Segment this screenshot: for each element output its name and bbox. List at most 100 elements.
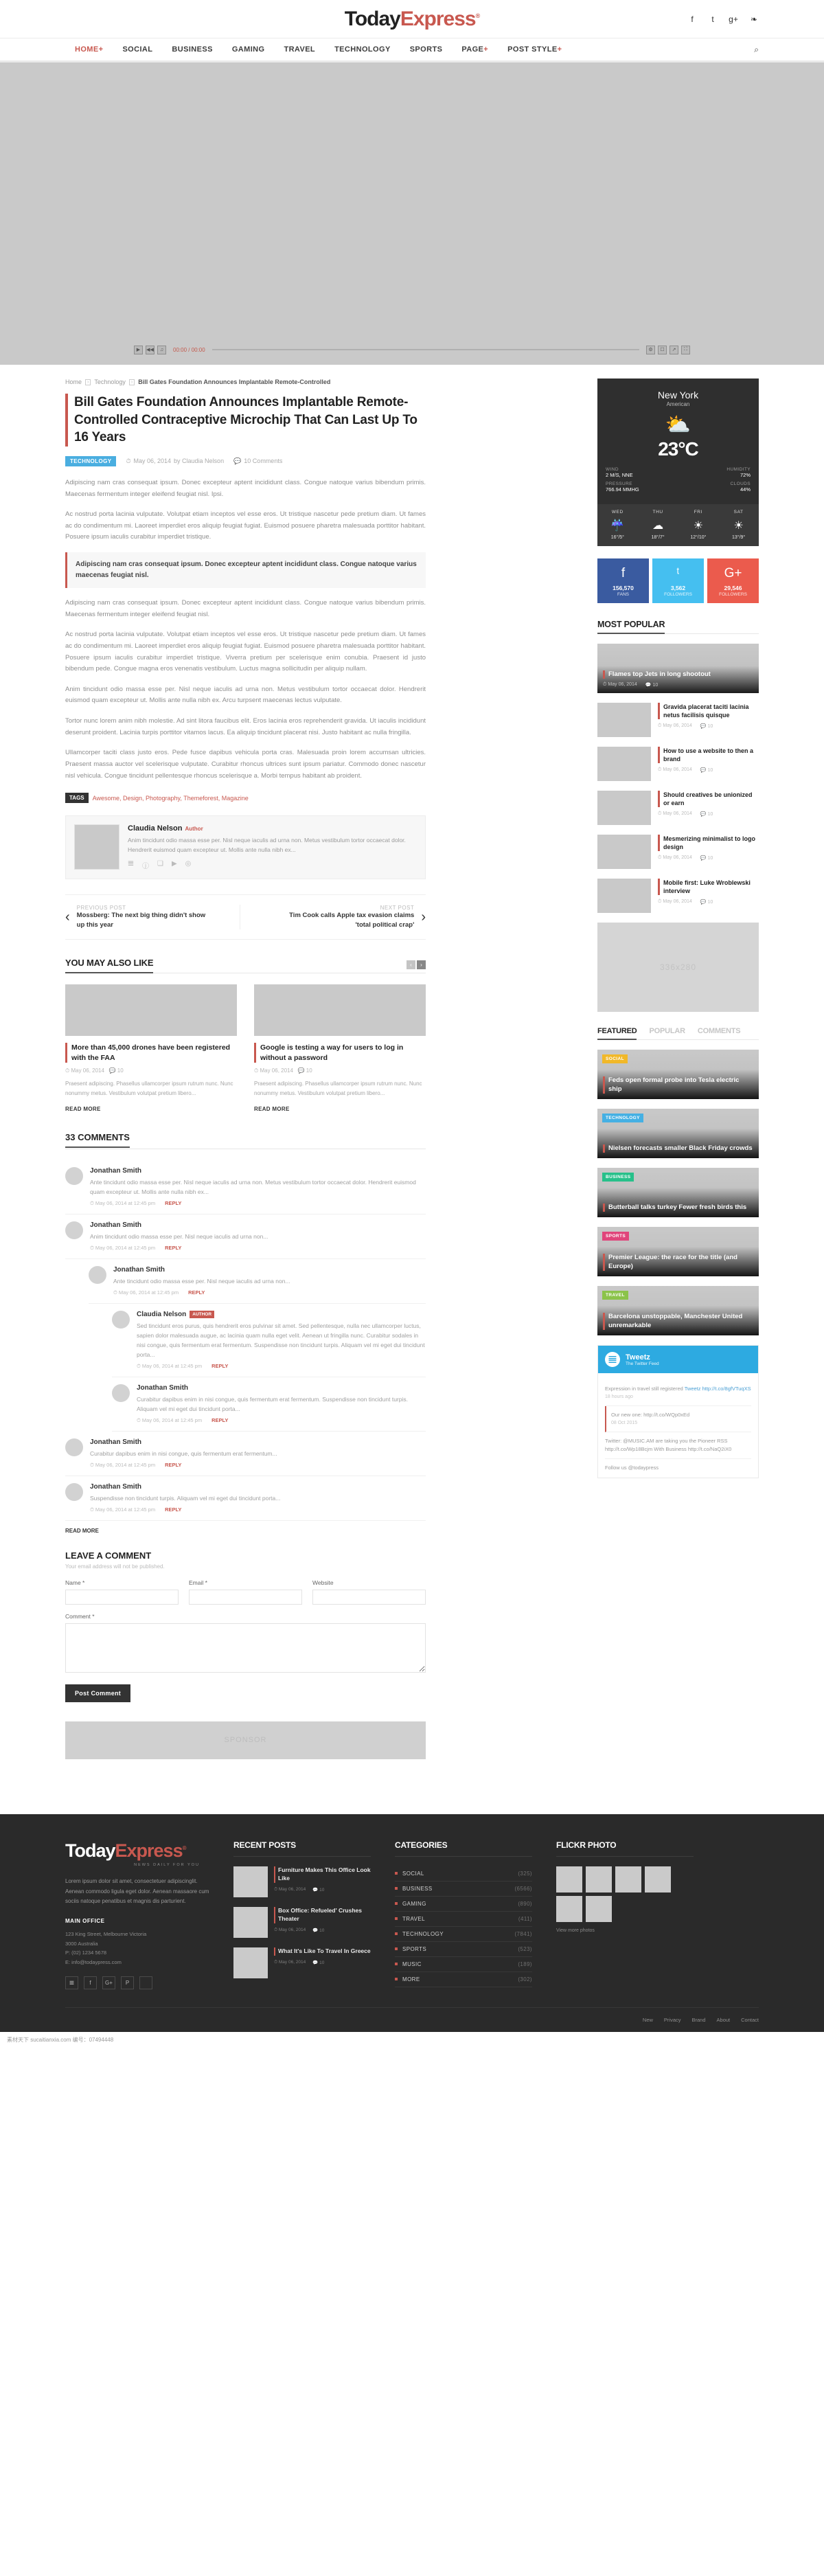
comment-textarea[interactable] (65, 1623, 426, 1673)
play-icon[interactable]: ▶ (134, 346, 143, 354)
footer-link-new[interactable]: New (643, 2017, 653, 2023)
flickr-more-link[interactable]: View more photos (556, 1928, 694, 1933)
googleplus-icon[interactable]: g+ (729, 14, 738, 24)
footer-link-about[interactable]: About (717, 2017, 731, 2023)
nav-item-technology[interactable]: TECHNOLOGY (325, 38, 400, 60)
category-badge[interactable]: TRAVEL (602, 1291, 628, 1300)
featured-card[interactable]: SPORTS Premier League: the race for the t… (597, 1227, 759, 1276)
tab-featured[interactable]: FEATURED (597, 1027, 637, 1040)
hero-slider[interactable]: ▶ ◀◀ ♫ 00:00 / 00:00 ⚙ ☐ ↗ ⛶ (0, 63, 824, 365)
footer-category-travel[interactable]: TRAVEL (411) (395, 1912, 532, 1927)
prev-icon[interactable]: ◀◀ (146, 346, 154, 354)
twitter-icon[interactable]: 𝌆 (65, 1976, 78, 1989)
nav-item-page[interactable]: PAGE+ (452, 38, 498, 60)
facebook-icon[interactable]: f (84, 1976, 97, 1989)
googleplus-icon[interactable]: G+ (102, 1976, 115, 1989)
fullscreen-icon[interactable]: ⛶ (681, 346, 690, 354)
breadcrumb-category[interactable]: Technology (94, 379, 126, 385)
flickr-thumbnail[interactable] (586, 1866, 612, 1893)
youtube-icon[interactable]: ▶ (172, 860, 177, 870)
social-counter-twitter[interactable]: ᵗ 3,562 FOLLOWERS (652, 558, 704, 603)
comment-reply-link[interactable]: REPLY (165, 1245, 181, 1251)
social-counter-googleplus[interactable]: G+ 29,546 FOLLOWERS (707, 558, 759, 603)
tweet-link[interactable]: Tweetz http://t.co/8gfVTuqXS (685, 1386, 751, 1392)
flickr-thumbnail[interactable] (615, 1866, 641, 1893)
read-more-link[interactable]: READ MORE (65, 1106, 101, 1112)
category-badge[interactable]: SPORTS (602, 1232, 629, 1241)
share-icon[interactable]: ↗ (670, 346, 678, 354)
flickr-thumbnail[interactable] (556, 1896, 582, 1922)
previous-post-link[interactable]: ‹ PREVIOUS POST Mossberg: The next big t… (65, 905, 240, 929)
nav-item-social[interactable]: SOCIAL (113, 38, 162, 60)
footer-link-contact[interactable]: Contact (741, 2017, 759, 2023)
tags-list[interactable]: Awesome, Design, Photography, Themefores… (93, 795, 249, 802)
nav-item-home[interactable]: HOME+ (65, 38, 113, 60)
carousel-prev-icon[interactable]: ‹ (407, 960, 415, 969)
next-post-link[interactable]: NEXT POST Tim Cook calls Apple tax evasi… (240, 905, 426, 929)
nav-item-travel[interactable]: TRAVEL (274, 38, 325, 60)
featured-card[interactable]: BUSINESS Butterball talks turkey Fewer fr… (597, 1168, 759, 1217)
sidebar-ad[interactable]: 336x280 (597, 923, 759, 1012)
footer-category-business[interactable]: BUSINESS (6566) (395, 1882, 532, 1897)
comment-reply-link[interactable]: REPLY (211, 1363, 228, 1369)
comment-reply-link[interactable]: REPLY (165, 1462, 181, 1468)
footer-recent-post[interactable]: Box Office: Refueled' Crushes Theater ⏱ M… (233, 1907, 371, 1938)
nav-item-gaming[interactable]: GAMING (222, 38, 275, 60)
footer-category-sports[interactable]: SPORTS (523) (395, 1942, 532, 1957)
related-post-card[interactable]: Google is testing a way for users to log… (254, 984, 426, 1113)
carousel-next-icon[interactable]: › (417, 960, 426, 969)
nav-item-post-style[interactable]: POST STYLE+ (498, 38, 571, 60)
category-badge[interactable]: BUSINESS (602, 1173, 634, 1182)
footer-category-more[interactable]: MORE (302) (395, 1972, 532, 1987)
category-badge[interactable]: TECHNOLOGY (65, 456, 116, 466)
category-badge[interactable]: SOCIAL (602, 1054, 628, 1063)
nav-item-business[interactable]: BUSINESS (162, 38, 222, 60)
settings-icon[interactable]: ⚙ (646, 346, 655, 354)
footer-recent-post[interactable]: Furniture Makes This Office Look Like ⏱ M… (233, 1866, 371, 1897)
category-badge[interactable]: TECHNOLOGY (602, 1114, 643, 1122)
comments-read-more[interactable]: READ MORE (65, 1528, 99, 1534)
featured-card[interactable]: TECHNOLOGY Nielsen forecasts smaller Blac… (597, 1109, 759, 1158)
related-post-card[interactable]: More than 45,000 drones have been regist… (65, 984, 237, 1113)
twitter-icon[interactable]: t (708, 14, 718, 24)
rss-icon[interactable]: ❧ (749, 14, 759, 24)
email-input[interactable] (189, 1590, 302, 1605)
facebook-icon[interactable]: f (687, 14, 697, 24)
popular-post-item[interactable]: How to use a website to then a brand ⏱ Ma… (597, 747, 759, 781)
hero-progress-bar[interactable] (212, 349, 639, 350)
captions-icon[interactable]: ☐ (658, 346, 667, 354)
footer-logo[interactable]: TodayExpress® (65, 1840, 209, 1862)
twitter-footer[interactable]: Follow us @todaypress (605, 1459, 751, 1471)
read-more-link[interactable]: READ MORE (254, 1106, 290, 1112)
popular-post-item[interactable]: Gravida placerat taciti lacinia netus fa… (597, 703, 759, 737)
sponsor-ad-banner[interactable]: SPONSOR (65, 1721, 426, 1759)
footer-category-technology[interactable]: TECHNOLOGY (7841) (395, 1927, 532, 1942)
most-popular-featured[interactable]: Flames top Jets in long shootout ⏱ May 0… (597, 644, 759, 693)
post-comment-button[interactable]: Post Comment (65, 1684, 130, 1702)
facebook-icon[interactable]: ❏ (157, 860, 163, 870)
flickr-thumbnail[interactable] (645, 1866, 671, 1893)
flickr-thumbnail[interactable] (556, 1866, 582, 1893)
pinterest-icon[interactable]: P (121, 1976, 134, 1989)
dribbble-icon[interactable]: ◎ (185, 860, 192, 870)
flickr-thumbnail[interactable] (586, 1896, 612, 1922)
twitter-icon[interactable]: 𝌆 (128, 860, 134, 870)
social-counter-facebook[interactable]: f 156,570 FANS (597, 558, 649, 603)
popular-post-item[interactable]: Mobile first: Luke Wroblewski interview ⏱… (597, 879, 759, 913)
comment-reply-link[interactable]: REPLY (211, 1417, 228, 1423)
breadcrumb-home[interactable]: Home (65, 379, 82, 385)
footer-link-brand[interactable]: Brand (692, 2017, 706, 2023)
comment-reply-link[interactable]: REPLY (165, 1506, 181, 1513)
rss-icon[interactable]: ૏ (139, 1976, 152, 1989)
featured-card[interactable]: SOCIAL Feds open formal probe into Tesla … (597, 1050, 759, 1099)
featured-card[interactable]: TRAVEL Barcelona unstoppable, Manchester … (597, 1286, 759, 1335)
website-input[interactable] (312, 1590, 426, 1605)
footer-category-social[interactable]: SOCIAL (325) (395, 1866, 532, 1882)
footer-category-gaming[interactable]: GAMING (890) (395, 1897, 532, 1912)
nav-item-sports[interactable]: SPORTS (400, 38, 453, 60)
footer-link-privacy[interactable]: Privacy (664, 2017, 681, 2023)
comment-reply-link[interactable]: REPLY (188, 1289, 205, 1296)
popular-post-item[interactable]: Should creatives be unionized or earn ⏱ M… (597, 791, 759, 825)
tab-comments[interactable]: COMMENTS (698, 1027, 741, 1039)
footer-recent-post[interactable]: What It's Like To Travel In Greece ⏱ May … (233, 1947, 371, 1978)
